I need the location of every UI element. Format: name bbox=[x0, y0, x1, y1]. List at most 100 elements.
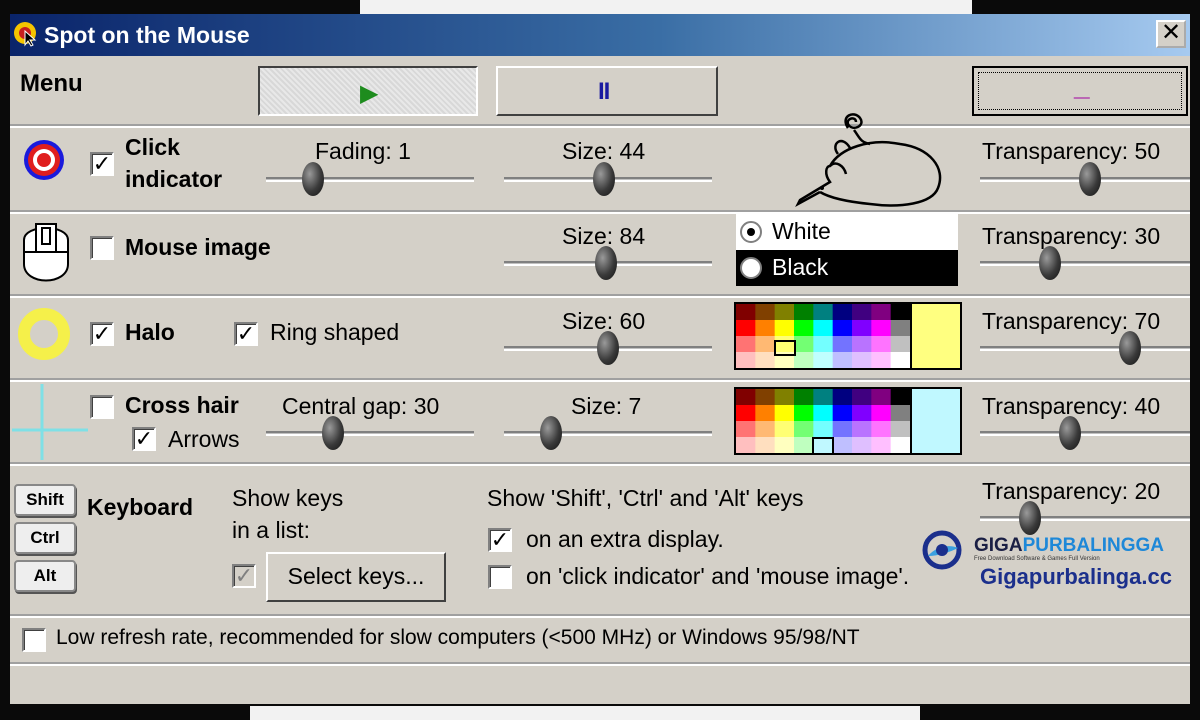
mouse-size-slider[interactable] bbox=[504, 244, 712, 284]
radio-black-option[interactable]: Black bbox=[736, 250, 958, 286]
palette-cell bbox=[736, 389, 756, 406]
palette-cell bbox=[871, 336, 892, 353]
palette-cell bbox=[794, 389, 814, 406]
mouse-transparency-slider[interactable] bbox=[980, 244, 1190, 284]
low-refresh-label: Low refresh rate, recommended for slow c… bbox=[56, 626, 860, 649]
palette-grid[interactable] bbox=[736, 304, 911, 368]
halo-checkbox[interactable]: ✓ bbox=[90, 322, 114, 346]
palette-cell bbox=[794, 352, 814, 368]
central-gap-slider[interactable] bbox=[266, 414, 474, 454]
select-keys-button[interactable]: Select keys... bbox=[266, 552, 446, 602]
palette-cell bbox=[852, 320, 872, 337]
ring-shaped-label: Ring shaped bbox=[270, 319, 400, 345]
palette-cell bbox=[852, 421, 872, 438]
palette-cell bbox=[813, 405, 834, 422]
brand-logo-icon bbox=[922, 530, 962, 570]
palette-cell bbox=[871, 389, 892, 406]
slider-thumb[interactable] bbox=[322, 416, 344, 450]
extra-display-checkbox[interactable]: ✓ bbox=[488, 528, 512, 552]
app-mouse-spot-icon bbox=[14, 22, 37, 47]
mouse-image-label: Mouse image bbox=[125, 234, 271, 260]
extra-display-label: on an extra display. bbox=[526, 526, 724, 552]
cross-transparency-slider[interactable] bbox=[980, 414, 1190, 454]
on-indicator-checkbox[interactable] bbox=[488, 565, 512, 589]
palette-cell bbox=[871, 352, 892, 368]
keyboard-label: Keyboard bbox=[87, 494, 194, 520]
separator bbox=[10, 462, 1190, 466]
halo-size-slider[interactable] bbox=[504, 329, 712, 369]
brand-name: GIGAPURBALINGGA bbox=[974, 535, 1165, 556]
palette-cell bbox=[794, 336, 814, 353]
radio-black-label: Black bbox=[772, 254, 829, 280]
slider-thumb[interactable] bbox=[595, 246, 617, 280]
cross-hair-checkbox[interactable] bbox=[90, 395, 114, 419]
palette-cell bbox=[794, 421, 814, 438]
palette-selection-marker bbox=[774, 340, 796, 356]
arrows-checkbox[interactable]: ✓ bbox=[132, 427, 156, 451]
click-indicator-checkbox[interactable]: ✓ bbox=[90, 152, 114, 176]
pause-icon: II bbox=[598, 78, 610, 105]
mouse-drawing-icon bbox=[795, 113, 942, 208]
palette-cell bbox=[755, 336, 776, 353]
minimize-icon: _ bbox=[1074, 70, 1090, 101]
slider-thumb[interactable] bbox=[302, 162, 324, 196]
palette-cell bbox=[774, 389, 795, 406]
click-indicator-label-1: Click bbox=[125, 134, 180, 160]
halo-color-swatch bbox=[910, 304, 960, 368]
slider-thumb[interactable] bbox=[1079, 162, 1101, 196]
palette-cell bbox=[852, 437, 872, 453]
palette-cell bbox=[794, 437, 814, 453]
pause-button[interactable]: II bbox=[496, 66, 718, 116]
checkmark-icon: ✓ bbox=[234, 563, 254, 588]
slider-thumb[interactable] bbox=[1019, 501, 1041, 535]
palette-cell bbox=[813, 389, 834, 406]
palette-cell bbox=[774, 320, 795, 337]
palette-cell bbox=[832, 389, 853, 406]
palette-cell bbox=[774, 421, 795, 438]
fading-slider[interactable] bbox=[266, 160, 474, 200]
palette-cell bbox=[871, 421, 892, 438]
checkmark-icon: ✓ bbox=[236, 321, 256, 346]
checkmark-icon: ✓ bbox=[92, 321, 112, 346]
slider-thumb[interactable] bbox=[1039, 246, 1061, 280]
slider-thumb[interactable] bbox=[597, 331, 619, 365]
cross-hair-label: Cross hair bbox=[125, 392, 239, 418]
low-refresh-checkbox[interactable] bbox=[22, 628, 46, 652]
halo-transparency-slider[interactable] bbox=[980, 329, 1190, 369]
target-icon bbox=[24, 140, 64, 180]
palette-cell bbox=[813, 421, 834, 438]
show-keys-label-1: Show keys bbox=[232, 485, 344, 511]
click-indicator-label-2: indicator bbox=[125, 166, 223, 192]
slider-thumb[interactable] bbox=[593, 162, 615, 196]
radio-unselected-icon bbox=[740, 257, 762, 279]
mouse-image-checkbox[interactable] bbox=[90, 236, 114, 260]
play-button[interactable]: ▶ bbox=[258, 66, 478, 116]
radio-white-option[interactable]: White bbox=[736, 214, 958, 250]
palette-cell bbox=[736, 421, 756, 438]
halo-color-palette[interactable] bbox=[734, 302, 962, 370]
keyboard-transparency-slider[interactable] bbox=[980, 499, 1190, 539]
palette-cell bbox=[871, 405, 892, 422]
checkmark-icon: ✓ bbox=[134, 426, 154, 451]
palette-cell bbox=[852, 336, 872, 353]
ring-shaped-checkbox[interactable]: ✓ bbox=[234, 322, 258, 346]
cross-size-slider[interactable] bbox=[504, 414, 712, 454]
palette-cell bbox=[832, 437, 853, 453]
palette-cell bbox=[890, 304, 911, 321]
click-size-slider[interactable] bbox=[504, 160, 712, 200]
title-bar[interactable]: Spot on the Mouse ✕ bbox=[10, 14, 1190, 56]
show-keys-list-checkbox[interactable]: ✓ bbox=[232, 564, 256, 588]
palette-cell bbox=[871, 437, 892, 453]
click-transparency-slider[interactable] bbox=[980, 160, 1190, 200]
separator bbox=[10, 124, 1190, 128]
brand-url: Gigapurbalinga.cc bbox=[980, 564, 1172, 589]
minimize-button[interactable]: _ bbox=[972, 66, 1188, 116]
cross-color-palette[interactable] bbox=[734, 387, 962, 455]
slider-thumb[interactable] bbox=[1119, 331, 1141, 365]
slider-thumb[interactable] bbox=[1059, 416, 1081, 450]
halo-ring-icon bbox=[18, 308, 70, 360]
palette-cell bbox=[890, 405, 911, 422]
palette-cell bbox=[813, 352, 834, 368]
close-button[interactable]: ✕ bbox=[1156, 20, 1186, 48]
slider-thumb[interactable] bbox=[540, 416, 562, 450]
